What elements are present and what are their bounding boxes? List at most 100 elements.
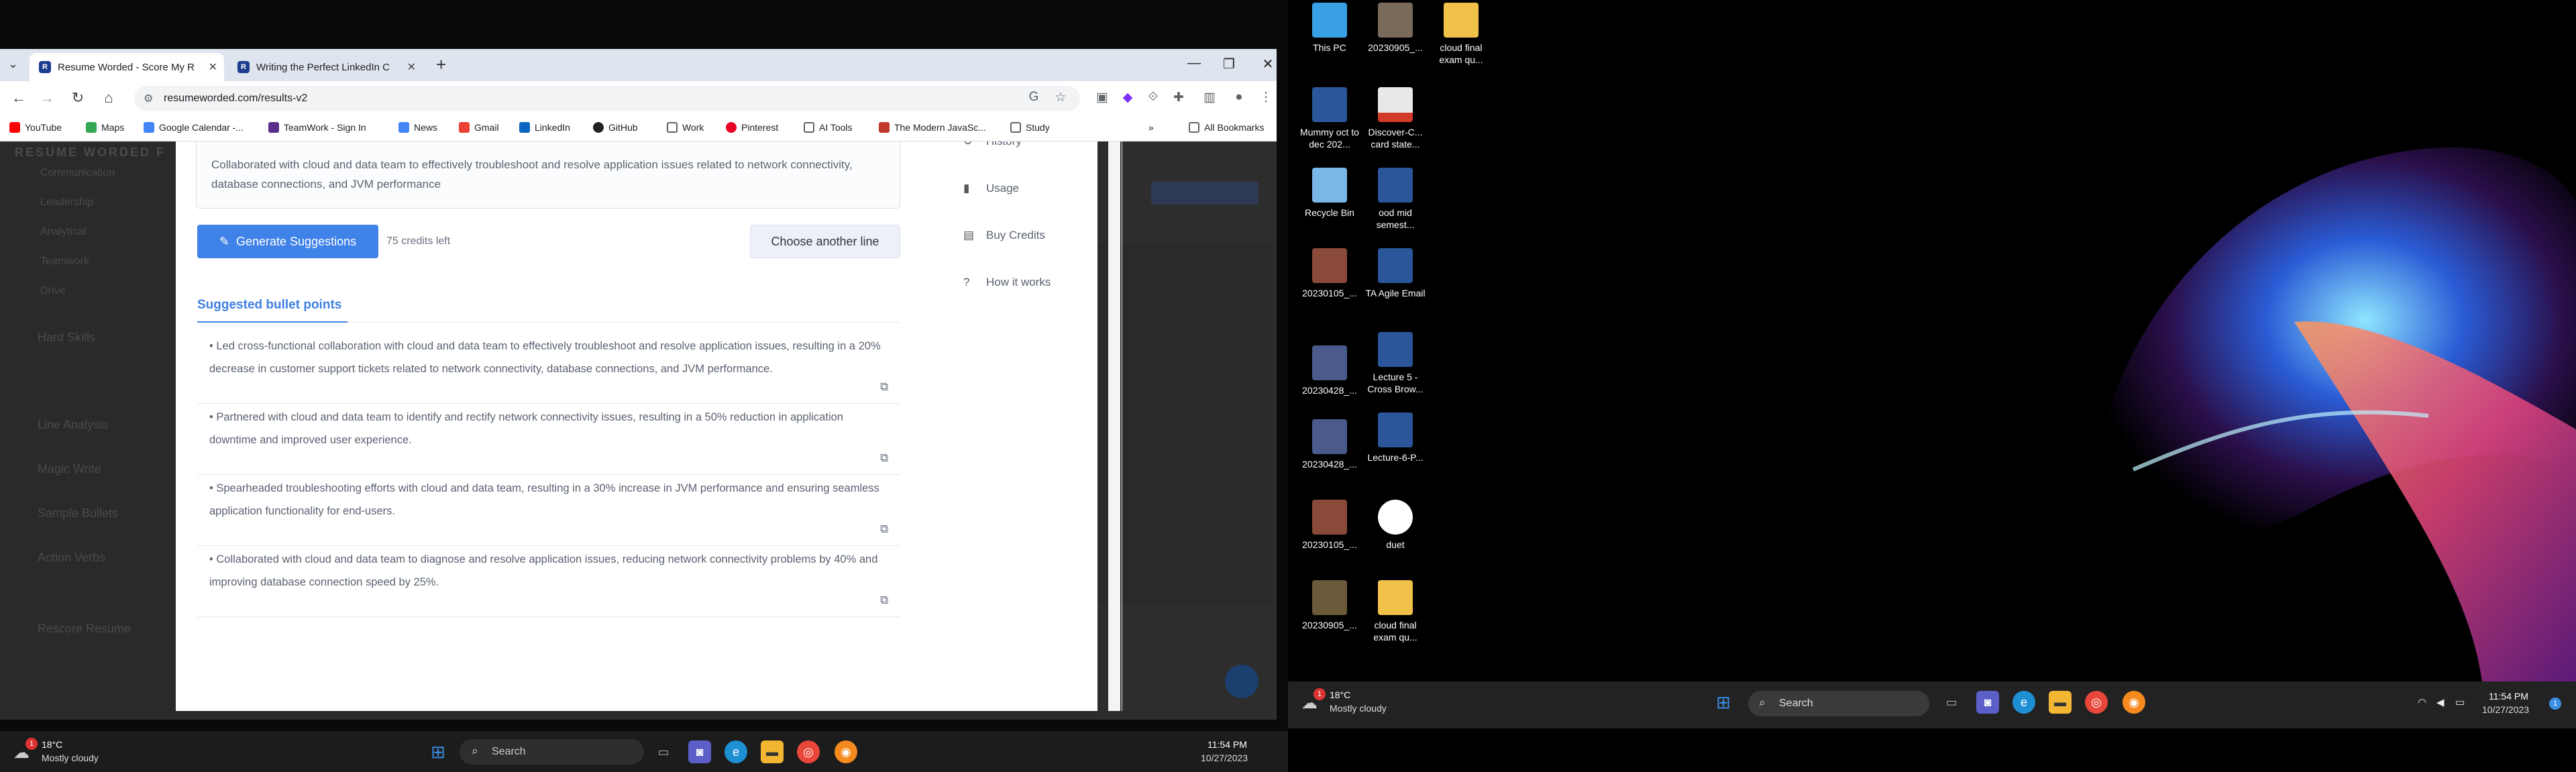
bookmark-google-calendar[interactable]: Google Calendar -...: [144, 122, 244, 133]
desktop-icon-this-pc[interactable]: This PC: [1296, 3, 1363, 54]
desktop-icon-photo[interactable]: 20230428_...: [1296, 345, 1363, 396]
copy-icon[interactable]: ⧉: [880, 380, 888, 394]
desktop-icon-word-doc[interactable]: Lecture-6-P...: [1362, 412, 1429, 463]
volume-icon[interactable]: ◀: [2436, 696, 2445, 708]
profile-avatar-icon[interactable]: ●: [1230, 90, 1248, 105]
chrome-icon[interactable]: ◎: [797, 740, 820, 763]
desktop-icon-word-doc[interactable]: ood mid semest...: [1362, 168, 1429, 231]
bookmark-folder-work[interactable]: Work: [667, 122, 704, 133]
bookmark-modern-javascript[interactable]: The Modern JavaSc...: [879, 122, 986, 133]
taskbar-search[interactable]: ⌕ Search: [460, 739, 644, 765]
back-arrow-icon[interactable]: ←: [8, 89, 30, 107]
windows-start-icon[interactable]: ⊞: [1712, 691, 1735, 714]
desktop-icon-folder[interactable]: cloud final exam qu...: [1362, 580, 1429, 643]
desktop-icon-photo[interactable]: 20230105_...: [1296, 248, 1363, 299]
desktop-icon-word-doc[interactable]: Mummy oct to dec 202...: [1296, 87, 1363, 150]
bookmark-gmail[interactable]: Gmail: [459, 122, 499, 133]
bookmark-star-icon[interactable]: ☆: [1052, 90, 1069, 105]
new-tab-plus-icon[interactable]: +: [436, 54, 446, 75]
reload-icon[interactable]: ↻: [67, 89, 89, 107]
sidebar-item[interactable]: Leadership: [40, 197, 93, 209]
desktop-icon-photo[interactable]: 20230905_...: [1362, 3, 1429, 54]
desktop-icon-duet[interactable]: duet: [1362, 500, 1429, 551]
suggestion-item[interactable]: • Partnered with cloud and data team to …: [209, 406, 894, 451]
home-icon[interactable]: ⌂: [98, 89, 119, 107]
suggestion-item[interactable]: • Led cross-functional collaboration wit…: [209, 335, 894, 380]
extension-icon[interactable]: ⟐: [1144, 90, 1162, 105]
bookmark-folder-study[interactable]: Study: [1010, 122, 1050, 133]
menu-history[interactable]: ↺ History: [963, 142, 1022, 148]
extension-icon[interactable]: ▣: [1093, 90, 1111, 105]
tab-close-icon[interactable]: ✕: [209, 60, 217, 74]
chat-bubble-icon[interactable]: [1225, 665, 1258, 698]
choose-another-line-button[interactable]: Choose another line: [750, 225, 900, 258]
tab-resume-worded[interactable]: R Resume Worded - Score My R ✕: [30, 53, 224, 81]
bookmark-pinterest[interactable]: Pinterest: [726, 122, 778, 133]
sidebar-item[interactable]: Analytical: [40, 226, 86, 238]
chrome-menu-icon[interactable]: ⋮: [1257, 90, 1275, 105]
sidebar-item[interactable]: Hard Skills: [38, 331, 95, 345]
battery-icon[interactable]: ▭: [2455, 696, 2465, 708]
task-view-icon[interactable]: ▭: [1940, 691, 1963, 714]
desktop-icon-photo[interactable]: 20230905_...: [1296, 580, 1363, 631]
tab-linkedin-article[interactable]: R Writing the Perfect LinkedIn C ✕: [228, 53, 423, 81]
windows-start-icon[interactable]: ⊞: [427, 740, 449, 763]
weather-desc[interactable]: Mostly cloudy: [1330, 703, 1387, 714]
clock-date[interactable]: 10/27/2023: [1201, 753, 1248, 763]
edge-icon[interactable]: e: [2012, 691, 2035, 714]
bookmark-teamwork[interactable]: TeamWork - Sign In: [268, 122, 366, 133]
all-bookmarks[interactable]: All Bookmarks: [1189, 122, 1264, 133]
task-view-icon[interactable]: ▭: [652, 740, 675, 763]
edge-icon[interactable]: e: [724, 740, 747, 763]
firefox-icon[interactable]: ◉: [835, 740, 857, 763]
reupload-button[interactable]: [1151, 182, 1258, 205]
teams-icon[interactable]: ◙: [688, 740, 711, 763]
clock-time[interactable]: 11:54 PM: [1208, 739, 1247, 750]
bookmark-folder-ai-tools[interactable]: AI Tools: [804, 122, 853, 133]
copy-icon[interactable]: ⧉: [880, 594, 888, 607]
google-lens-icon[interactable]: G: [1025, 90, 1042, 105]
clock-date[interactable]: 10/27/2023: [2482, 704, 2529, 715]
sidebar-item[interactable]: Sample Bullets: [38, 506, 118, 520]
bookmark-youtube[interactable]: YouTube: [9, 122, 62, 133]
bookmarks-overflow-chevron-icon[interactable]: »: [1148, 122, 1154, 133]
original-line-box[interactable]: Collaborated with cloud and data team to…: [196, 142, 900, 209]
menu-usage[interactable]: ▮ Usage: [963, 182, 1019, 195]
desktop-icon-folder[interactable]: cloud final exam qu...: [1428, 3, 1495, 66]
teams-icon[interactable]: ◙: [1976, 691, 1999, 714]
copy-icon[interactable]: ⧉: [880, 522, 888, 536]
modal-scrollbar[interactable]: [1108, 142, 1120, 711]
desktop-icon-pdf[interactable]: Discover-C... card state...: [1362, 87, 1429, 150]
extension-icon[interactable]: ◆: [1119, 90, 1136, 105]
bookmark-linkedin[interactable]: LinkedIn: [519, 122, 570, 133]
suggestion-item[interactable]: • Collaborated with cloud and data team …: [209, 548, 894, 594]
maximize-icon[interactable]: ❐: [1216, 56, 1242, 72]
chrome-icon[interactable]: ◎: [2085, 691, 2108, 714]
firefox-icon[interactable]: ◉: [2123, 691, 2145, 714]
close-window-icon[interactable]: ✕: [1254, 56, 1277, 72]
sidebar-item[interactable]: Communication: [40, 167, 115, 179]
side-panel-icon[interactable]: ▥: [1201, 90, 1218, 105]
desktop-icon-word-doc[interactable]: TA Agile Email: [1362, 248, 1429, 299]
site-info-icon[interactable]: ⚙: [144, 92, 153, 105]
tab-close-icon[interactable]: ✕: [407, 60, 416, 74]
desktop-icon-word-doc[interactable]: Lecture 5 - Cross Brow...: [1362, 332, 1429, 395]
notification-count-badge[interactable]: 1: [2549, 698, 2561, 710]
wifi-icon[interactable]: ◠: [2418, 696, 2426, 708]
generate-suggestions-button[interactable]: ✎ Generate Suggestions: [197, 225, 378, 258]
bookmark-github[interactable]: GitHub: [593, 122, 638, 133]
taskbar-search[interactable]: ⌕ Search: [1748, 691, 1929, 716]
menu-how-it-works[interactable]: ? How it works: [963, 276, 1051, 289]
copy-icon[interactable]: ⧉: [880, 451, 888, 465]
bookmark-news[interactable]: News: [398, 122, 437, 133]
sidebar-item[interactable]: Drive: [40, 285, 65, 297]
sidebar-item[interactable]: Line Analysis: [38, 418, 108, 432]
sidebar-item[interactable]: Action Verbs: [38, 551, 105, 565]
bookmark-maps[interactable]: Maps: [86, 122, 124, 133]
desktop-icon-photo[interactable]: 20230105_...: [1296, 500, 1363, 551]
menu-buy-credits[interactable]: ▤ Buy Credits: [963, 229, 1045, 242]
weather-temp[interactable]: 18°C: [42, 739, 62, 750]
sidebar-item[interactable]: Rescore Resume: [38, 622, 131, 636]
tab-search-chevron-icon[interactable]: ⌄: [8, 57, 18, 71]
minimize-icon[interactable]: —: [1181, 56, 1208, 71]
